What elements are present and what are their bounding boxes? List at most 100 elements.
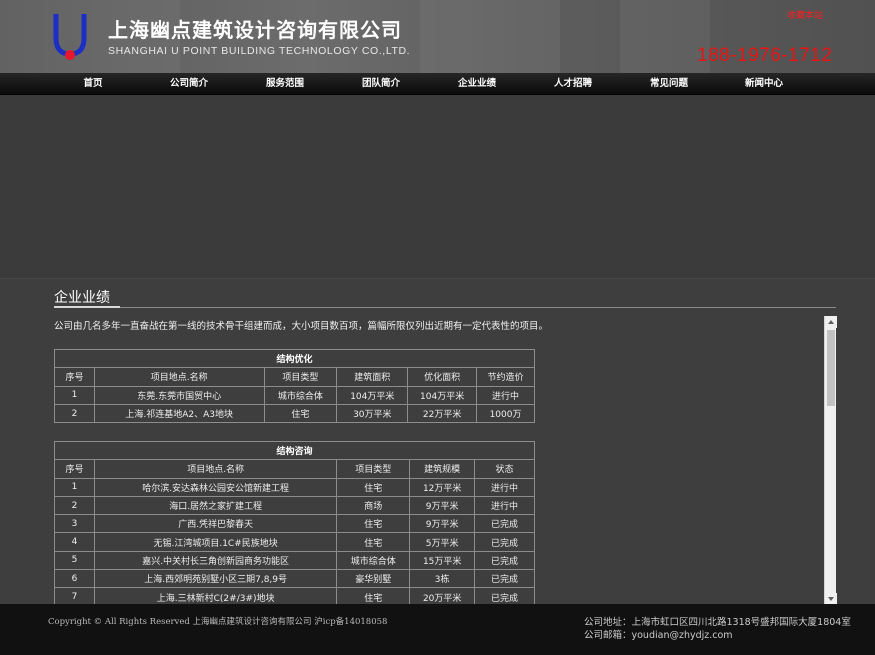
column-header: 项目地点.名称 <box>93 459 338 479</box>
table-row: 1 东莞.东莞市国贸中心 城市综合体 104万平米 104万平米 进行中 <box>54 385 535 405</box>
nav-item-news[interactable]: 新闻中心 <box>724 73 804 95</box>
table-cell: 22万平米 <box>407 403 478 424</box>
column-header: 建筑规模 <box>409 459 476 479</box>
table-row: 2 上海.祁连基地A2、A3地块 住宅 30万平米 22万平米 1000万 <box>54 403 535 424</box>
table-row: 3 广西.凭祥巴黎春天 住宅 9万平米 已完成 <box>54 514 535 534</box>
table-cell: 上海.三林新村C(2#/3#)地块 <box>93 587 338 605</box>
section-title: 企业业绩 <box>54 290 110 306</box>
table-cell: 已完成 <box>474 569 535 589</box>
scrollbar-thumb[interactable] <box>827 330 835 406</box>
table-cell: 进行中 <box>474 495 535 516</box>
table-row: 7 上海.三林新村C(2#/3#)地块 住宅 20万平米 已完成 <box>54 587 535 605</box>
nav-item-faq[interactable]: 常见问题 <box>629 73 709 95</box>
table-cell: 已完成 <box>474 514 535 534</box>
column-header: 优化面积 <box>407 367 478 387</box>
hotline-number: 188-1976-1712 <box>697 45 833 66</box>
table-cell: 住宅 <box>336 514 411 534</box>
table-cell: 3 <box>54 514 95 534</box>
table-cell: 5 <box>54 550 95 571</box>
scrollable-content[interactable]: 结构优化 序号 项目地点.名称 项目类型 建筑面积 优化面积 节约造价 1 东莞… <box>54 339 824 605</box>
table-header-row: 序号 项目地点.名称 项目类型 建筑规模 状态 <box>54 459 535 479</box>
table-cell: 上海.西郊明苑别墅小区三期7,8,9号 <box>93 569 338 589</box>
table-cell: 5万平米 <box>409 532 476 552</box>
table-cell: 住宅 <box>336 477 411 497</box>
bookmark-link[interactable]: 收藏本站 <box>787 8 823 21</box>
table-cell: 12万平米 <box>409 477 476 497</box>
column-header: 节约造价 <box>476 367 535 387</box>
table-cell: 2 <box>54 403 95 424</box>
table-cell: 城市综合体 <box>263 385 338 405</box>
table-cell: 已完成 <box>474 550 535 571</box>
table-cell: 104万平米 <box>407 385 478 405</box>
table-cell: 住宅 <box>336 587 411 605</box>
title-divider-accent <box>54 306 120 308</box>
column-header: 状态 <box>474 459 535 479</box>
table-cell: 哈尔滨.安达森林公园安公馆新建工程 <box>93 477 338 497</box>
table-row: 4 无锡.江湾城项目.1C#民族地块 住宅 5万平米 已完成 <box>54 532 535 552</box>
intro-text: 公司由几名多年一直奋战在第一线的技术骨干组建而成，大小项目数百项，篇幅所限仅列出… <box>54 321 549 332</box>
content-scrollbar[interactable] <box>824 316 837 605</box>
table-row: 6 上海.西郊明苑别墅小区三期7,8,9号 豪华别墅 3栋 已完成 <box>54 569 535 589</box>
nav-item-about[interactable]: 公司简介 <box>149 73 229 95</box>
banner-area <box>0 95 875 278</box>
column-header: 项目类型 <box>263 367 338 387</box>
table-cell: 3栋 <box>409 569 476 589</box>
table-cell: 已完成 <box>474 532 535 552</box>
table-structure-optimization: 结构优化 序号 项目地点.名称 项目类型 建筑面积 优化面积 节约造价 1 东莞… <box>54 348 535 424</box>
nav-item-portfolio[interactable]: 企业业绩 <box>437 73 517 95</box>
column-header: 项目类型 <box>336 459 411 479</box>
table-caption-row: 结构咨询 <box>54 440 535 461</box>
table-cell: 东莞.东莞市国贸中心 <box>93 385 265 405</box>
column-header: 序号 <box>54 367 95 387</box>
table-row: 2 海口.居然之家扩建工程 商场 9万平米 进行中 <box>54 495 535 516</box>
column-header: 建筑面积 <box>336 367 409 387</box>
table-cell: 进行中 <box>476 385 535 405</box>
table-cell: 豪华别墅 <box>336 569 411 589</box>
company-address: 公司地址：上海市虹口区四川北路1318号盛邦国际大厦1804室 <box>584 617 851 628</box>
table-cell: 城市综合体 <box>336 550 411 571</box>
table-row: 5 嘉兴.中关村长三角创新园商务功能区 城市综合体 15万平米 已完成 <box>54 550 535 571</box>
site-header: 上海幽点建筑设计咨询有限公司 SHANGHAI U POINT BUILDING… <box>0 0 875 73</box>
nav-item-team[interactable]: 团队简介 <box>341 73 421 95</box>
table-cell: 嘉兴.中关村长三角创新园商务功能区 <box>93 550 338 571</box>
table-cell: 2 <box>54 495 95 516</box>
copyright-text: Copyright © All Rights Reserved 上海幽点建筑设计… <box>48 617 388 627</box>
table-caption: 结构优化 <box>54 348 535 369</box>
table-cell: 住宅 <box>336 532 411 552</box>
table-cell: 6 <box>54 569 95 589</box>
table-cell: 9万平米 <box>409 495 476 516</box>
company-name-en: SHANGHAI U POINT BUILDING TECHNOLOGY CO.… <box>108 45 411 57</box>
content-panel: 企业业绩 公司由几名多年一直奋战在第一线的技术骨干组建而成，大小项目数百项，篇幅… <box>0 278 875 605</box>
nav-item-home[interactable]: 首页 <box>53 73 133 95</box>
table-cell: 15万平米 <box>409 550 476 571</box>
table-cell: 4 <box>54 532 95 552</box>
column-header: 项目地点.名称 <box>93 367 265 387</box>
company-name-cn: 上海幽点建筑设计咨询有限公司 <box>108 18 402 42</box>
table-cell: 无锡.江湾城项目.1C#民族地块 <box>93 532 338 552</box>
scroll-up-arrow-icon[interactable] <box>825 316 837 328</box>
table-cell: 住宅 <box>263 403 338 424</box>
table-header-row: 序号 项目地点.名称 项目类型 建筑面积 优化面积 节约造价 <box>54 367 535 387</box>
site-footer: Copyright © All Rights Reserved 上海幽点建筑设计… <box>0 604 875 655</box>
company-logo-icon[interactable] <box>50 12 90 62</box>
table-cell: 1 <box>54 477 95 497</box>
table-cell: 海口.居然之家扩建工程 <box>93 495 338 516</box>
table-cell: 进行中 <box>474 477 535 497</box>
table-cell: 上海.祁连基地A2、A3地块 <box>93 403 265 424</box>
header-bg-panel <box>420 0 560 73</box>
table-cell: 104万平米 <box>336 385 409 405</box>
table-cell: 1000万 <box>476 403 535 424</box>
table-row: 1 哈尔滨.安达森林公园安公馆新建工程 住宅 12万平米 进行中 <box>54 477 535 497</box>
table-structure-consulting: 结构咨询 序号 项目地点.名称 项目类型 建筑规模 状态 1 哈尔滨.安达森林公… <box>54 440 535 605</box>
table-cell: 已完成 <box>474 587 535 605</box>
table-cell: 商场 <box>336 495 411 516</box>
title-divider <box>54 307 836 308</box>
table-caption: 结构咨询 <box>54 440 535 461</box>
table-cell: 20万平米 <box>409 587 476 605</box>
nav-item-careers[interactable]: 人才招聘 <box>533 73 613 95</box>
column-header: 序号 <box>54 459 95 479</box>
table-cell: 1 <box>54 385 95 405</box>
table-cell: 30万平米 <box>336 403 409 424</box>
main-nav: 首页 公司简介 服务范围 团队简介 企业业绩 人才招聘 常见问题 新闻中心 <box>0 73 875 95</box>
nav-item-services[interactable]: 服务范围 <box>245 73 325 95</box>
